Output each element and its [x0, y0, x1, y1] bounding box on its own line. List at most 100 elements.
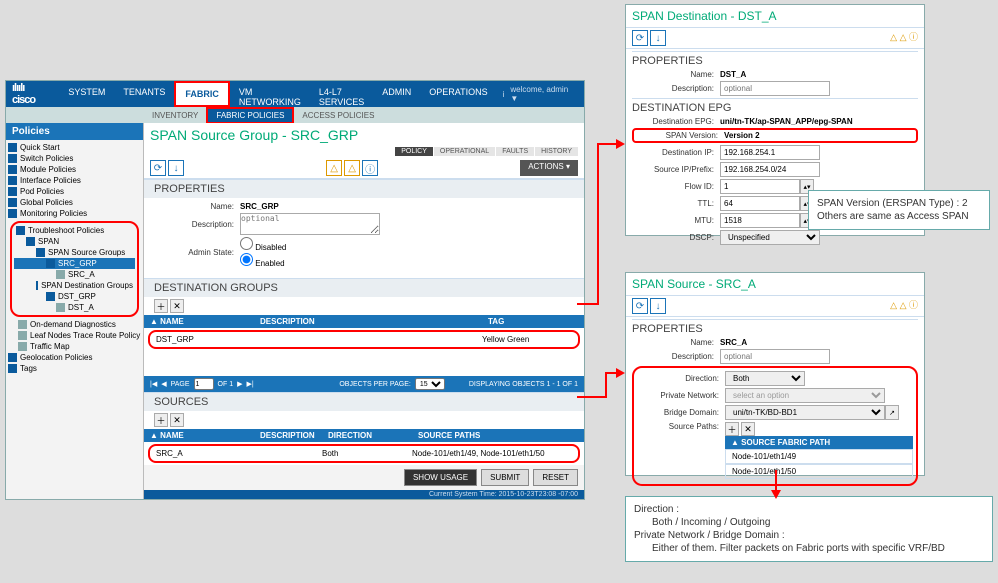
subtab-fabric-policies[interactable]: FABRIC POLICIES: [206, 107, 294, 124]
warning-icon[interactable]: △ △ ⓘ: [890, 298, 918, 314]
dest-row[interactable]: DST_GRP Yellow Green: [148, 330, 580, 349]
subtab-access-policies[interactable]: ACCESS POLICIES: [294, 109, 382, 122]
radio-disabled[interactable]: Disabled: [240, 237, 286, 252]
tree-item[interactable]: DST_GRP: [14, 291, 135, 302]
page-input[interactable]: [194, 378, 214, 390]
add-path-icon[interactable]: ＋: [725, 422, 739, 436]
tree-item[interactable]: Leaf Nodes Trace Route Policy: [6, 330, 143, 341]
tree-item[interactable]: Interface Policies: [6, 175, 143, 186]
desc-input[interactable]: [240, 213, 380, 235]
col-sname[interactable]: ▲ NAME: [150, 431, 260, 440]
tree-item[interactable]: SPAN Source Groups: [14, 247, 135, 258]
tab-tenants[interactable]: TENANTS: [114, 81, 174, 107]
delete-icon-2[interactable]: ✕: [170, 413, 184, 427]
col-spaths[interactable]: SOURCE PATHS: [418, 431, 578, 440]
delete-icon[interactable]: ✕: [170, 299, 184, 313]
tree-item[interactable]: Global Policies: [6, 197, 143, 208]
subtab-inventory[interactable]: INVENTORY: [144, 109, 206, 122]
ttl-input[interactable]: [720, 196, 800, 211]
dest-ip-input[interactable]: [720, 145, 820, 160]
tree-item[interactable]: SRC_GRP: [14, 258, 135, 269]
tree-item[interactable]: Quick Start: [6, 142, 143, 153]
radio-enabled[interactable]: Enabled: [240, 253, 286, 268]
tab-policy[interactable]: POLICY: [395, 147, 433, 156]
span-version-row: SPAN Version:Version 2: [632, 128, 918, 143]
show-usage-button[interactable]: SHOW USAGE: [404, 469, 477, 486]
direction-select[interactable]: Both: [725, 371, 805, 386]
tree-item[interactable]: SPAN Destination Groups: [14, 280, 135, 291]
path-row-1[interactable]: Node-101/eth1/49: [725, 449, 913, 464]
refresh-icon[interactable]: ⟳: [150, 160, 166, 176]
tab-l4l7[interactable]: L4-L7 SERVICES: [310, 81, 373, 107]
tree-item[interactable]: On-demand Diagnostics: [6, 319, 143, 330]
download-icon[interactable]: ↓: [168, 160, 184, 176]
src-row[interactable]: SRC_A Both Node-101/eth1/49, Node-101/et…: [148, 444, 580, 463]
tree-label: SRC_GRP: [58, 259, 97, 268]
del-path-icon[interactable]: ✕: [741, 422, 755, 436]
actions-button[interactable]: ACTIONS ▾: [520, 160, 578, 176]
open-icon[interactable]: ↗: [885, 405, 899, 420]
tree-item[interactable]: Tags: [6, 363, 143, 374]
bridge-domain-select[interactable]: uni/tn-TK/BD-BD1: [725, 405, 885, 420]
tree-item[interactable]: SRC_A: [14, 269, 135, 280]
dest-desc-input[interactable]: [720, 81, 830, 96]
src-name: SRC_A: [156, 449, 266, 458]
path-row-2[interactable]: Node-101/eth1/50: [725, 464, 913, 479]
col-sdir[interactable]: DIRECTION: [328, 431, 418, 440]
tree-item[interactable]: Pod Policies: [6, 186, 143, 197]
warning-icon-2[interactable]: △: [344, 160, 360, 176]
folder-icon: [8, 198, 17, 207]
warning-icon[interactable]: △: [326, 160, 342, 176]
tab-history[interactable]: HISTORY: [535, 147, 578, 156]
download-icon[interactable]: ↓: [650, 298, 666, 314]
tab-operational[interactable]: OPERATIONAL: [434, 147, 495, 156]
tree-item[interactable]: Monitoring Policies: [6, 208, 143, 219]
welcome-menu[interactable]: welcome, admin ▼: [510, 85, 578, 103]
tree-item[interactable]: Troubleshoot Policies: [14, 225, 135, 236]
src-toolbar: ＋ ✕: [144, 411, 584, 429]
tab-operations[interactable]: OPERATIONS: [420, 81, 496, 107]
tab-vm[interactable]: VM NETWORKING: [230, 81, 310, 107]
col-desc[interactable]: DESCRIPTION: [260, 317, 488, 326]
span-source-panel: SPAN Source - SRC_A ⟳ ↓ △ △ ⓘ PROPERTIES…: [625, 272, 925, 476]
tab-fabric[interactable]: FABRIC: [174, 81, 230, 107]
flow-input[interactable]: [720, 179, 800, 194]
folder-icon: [46, 292, 55, 301]
warning-icon[interactable]: △ △ ⓘ: [890, 30, 918, 46]
folder-icon: [8, 154, 17, 163]
info-icon[interactable]: i: [503, 90, 505, 99]
properties-block: Name:SRC_GRP Description: Admin State: D…: [144, 198, 584, 278]
add-icon-2[interactable]: ＋: [154, 413, 168, 427]
policies-side-panel: Policies Quick StartSwitch PoliciesModul…: [6, 123, 144, 499]
private-network-select[interactable]: select an option: [725, 388, 885, 403]
tree-item[interactable]: DST_A: [14, 302, 135, 313]
refresh-icon[interactable]: ⟳: [632, 298, 648, 314]
tree-label: Module Policies: [20, 165, 76, 174]
tree-item[interactable]: Module Policies: [6, 164, 143, 175]
reset-button[interactable]: RESET: [533, 469, 578, 486]
opp-select[interactable]: 15: [415, 378, 445, 390]
dscp-select[interactable]: Unspecified: [720, 230, 820, 245]
col-tag[interactable]: TAG: [488, 317, 578, 326]
col-sdesc[interactable]: DESCRIPTION: [260, 431, 328, 440]
src-desc-input[interactable]: [720, 349, 830, 364]
tab-admin[interactable]: ADMIN: [373, 81, 420, 107]
tree-item[interactable]: SPAN: [14, 236, 135, 247]
src-sec-props: PROPERTIES: [632, 319, 918, 338]
tab-faults[interactable]: FAULTS: [496, 147, 534, 156]
download-icon[interactable]: ↓: [650, 30, 666, 46]
col-name[interactable]: ▲ NAME: [150, 317, 260, 326]
add-icon[interactable]: ＋: [154, 299, 168, 313]
src-ip-input[interactable]: [720, 162, 820, 177]
tree-item[interactable]: Geolocation Policies: [6, 352, 143, 363]
folder-icon: [16, 226, 25, 235]
path-col-header[interactable]: ▲ SOURCE FABRIC PATH: [725, 436, 913, 449]
mtu-input[interactable]: [720, 213, 800, 228]
tab-system[interactable]: SYSTEM: [59, 81, 114, 107]
refresh-icon[interactable]: ⟳: [632, 30, 648, 46]
info-icon-2[interactable]: ⓘ: [362, 160, 378, 176]
submit-button[interactable]: SUBMIT: [481, 469, 529, 486]
tree-item[interactable]: Switch Policies: [6, 153, 143, 164]
tree-item[interactable]: Traffic Map: [6, 341, 143, 352]
src-desc: [266, 449, 322, 458]
